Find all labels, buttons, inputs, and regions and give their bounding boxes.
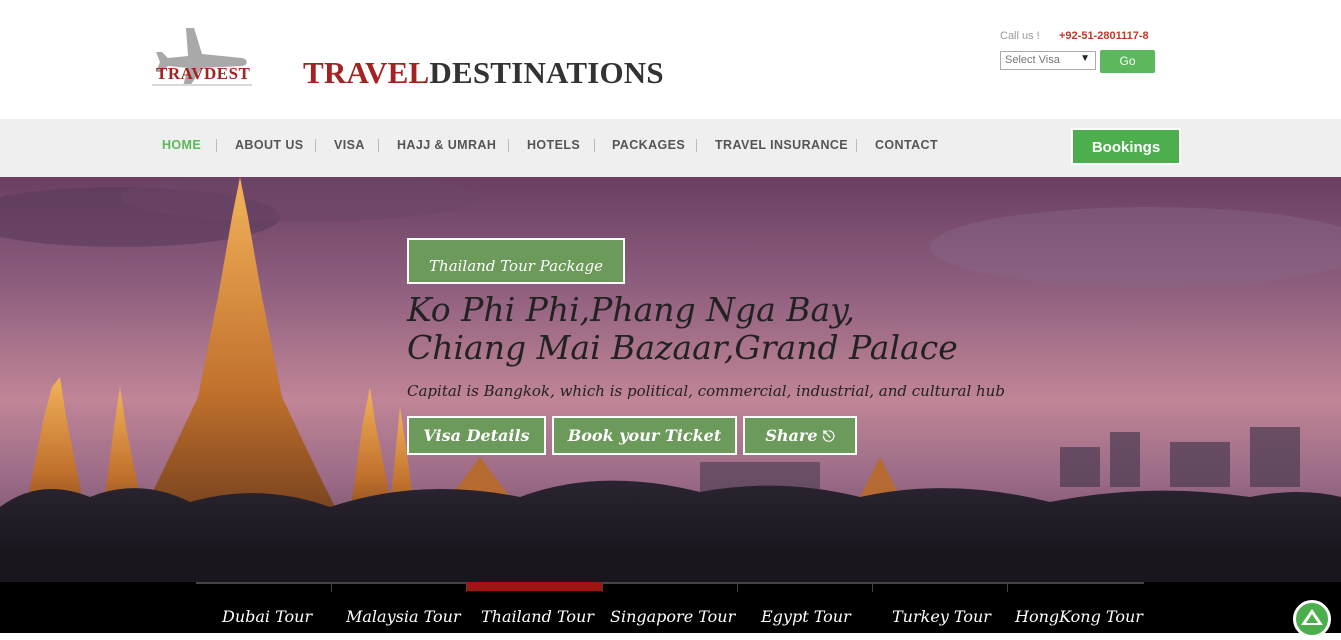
nav-item-hotels[interactable]: HOTELS: [527, 138, 580, 152]
site-title[interactable]: TRAVELDESTINATIONS: [303, 55, 664, 91]
nav-separator: [594, 139, 595, 152]
tour-strip: Dubai Tour Malaysia Tour Thailand Tour S…: [0, 582, 1341, 633]
tour-item-dubai[interactable]: Dubai Tour: [222, 607, 312, 626]
site-title-travel: TRAVEL: [303, 55, 430, 90]
hero-slider: Thailand Tour Package Ko Phi Phi,Phang N…: [0, 177, 1341, 582]
nav-separator: [696, 139, 697, 152]
hero-tag-button[interactable]: Thailand Tour Package: [407, 238, 625, 284]
scroll-to-top-button[interactable]: [1293, 600, 1331, 638]
share-button-label: Share: [765, 426, 818, 445]
site-logo[interactable]: TRAVDEST: [150, 24, 255, 90]
hero-subtitle: Capital is Bangkok, which is political, …: [407, 382, 1005, 400]
tour-track: [196, 582, 1144, 584]
visa-details-button[interactable]: Visa Details: [407, 416, 546, 455]
main-nav: HOME ABOUT US VISA HAJJ & UMRAH HOTELS P…: [0, 119, 1341, 177]
bookings-button[interactable]: Bookings: [1071, 128, 1181, 165]
dropdown-arrow-icon: ▼: [1080, 53, 1090, 64]
phone-number[interactable]: +92-51-2801117-8: [1059, 30, 1149, 42]
site-title-destinations: DESTINATIONS: [429, 55, 664, 90]
hero-title-line-2: Chiang Mai Bazaar,Grand Palace: [407, 328, 958, 367]
tour-separator: [872, 582, 873, 592]
nav-separator: [216, 139, 217, 152]
book-ticket-button[interactable]: Book your Ticket: [552, 416, 737, 455]
nav-item-visa[interactable]: VISA: [334, 138, 365, 152]
nav-separator: [378, 139, 379, 152]
hero-title: Ko Phi Phi,Phang Nga Bay, Chiang Mai Baz…: [407, 291, 1107, 367]
nav-item-travel-insurance[interactable]: TRAVEL INSURANCE: [715, 138, 848, 152]
tour-separator: [331, 582, 332, 592]
nav-separator: [508, 139, 509, 152]
visa-select-value: Select Visa: [1005, 54, 1060, 66]
tour-active-indicator: [466, 582, 602, 591]
nav-item-home[interactable]: HOME: [162, 138, 201, 152]
logo-underline: [152, 84, 252, 86]
hero-background-image: [0, 177, 1341, 582]
tour-separator: [737, 582, 738, 592]
tour-item-thailand[interactable]: Thailand Tour: [481, 607, 594, 626]
nav-item-about-us[interactable]: ABOUT US: [235, 138, 303, 152]
tour-item-malaysia[interactable]: Malaysia Tour: [346, 607, 461, 626]
nav-item-hajj-umrah[interactable]: HAJJ & UMRAH: [397, 138, 496, 152]
share-icon: ⎋: [817, 427, 835, 445]
nav-separator: [315, 139, 316, 152]
nav-item-packages[interactable]: PACKAGES: [612, 138, 685, 152]
visa-select[interactable]: Select Visa ▼: [1000, 51, 1096, 70]
tour-separator: [466, 582, 467, 592]
go-button[interactable]: Go: [1100, 50, 1155, 73]
call-us-label: Call us !: [1000, 30, 1040, 42]
arrow-up-icon: [1301, 609, 1323, 625]
site-header: TRAVDEST TRAVELDESTINATIONS Call us ! +9…: [0, 0, 1341, 119]
nav-separator: [856, 139, 857, 152]
logo-text: TRAVDEST: [156, 64, 251, 83]
tour-item-egypt[interactable]: Egypt Tour: [761, 607, 851, 626]
nav-item-contact[interactable]: CONTACT: [875, 138, 938, 152]
tour-item-turkey[interactable]: Turkey Tour: [892, 607, 991, 626]
tour-item-hongkong[interactable]: HongKong Tour: [1015, 607, 1143, 626]
tour-separator: [1007, 582, 1008, 592]
hero-title-line-1: Ko Phi Phi,Phang Nga Bay,: [407, 290, 855, 329]
share-button[interactable]: Share ⎋: [743, 416, 857, 455]
tour-item-singapore[interactable]: Singapore Tour: [610, 607, 735, 626]
tour-separator: [602, 582, 603, 592]
